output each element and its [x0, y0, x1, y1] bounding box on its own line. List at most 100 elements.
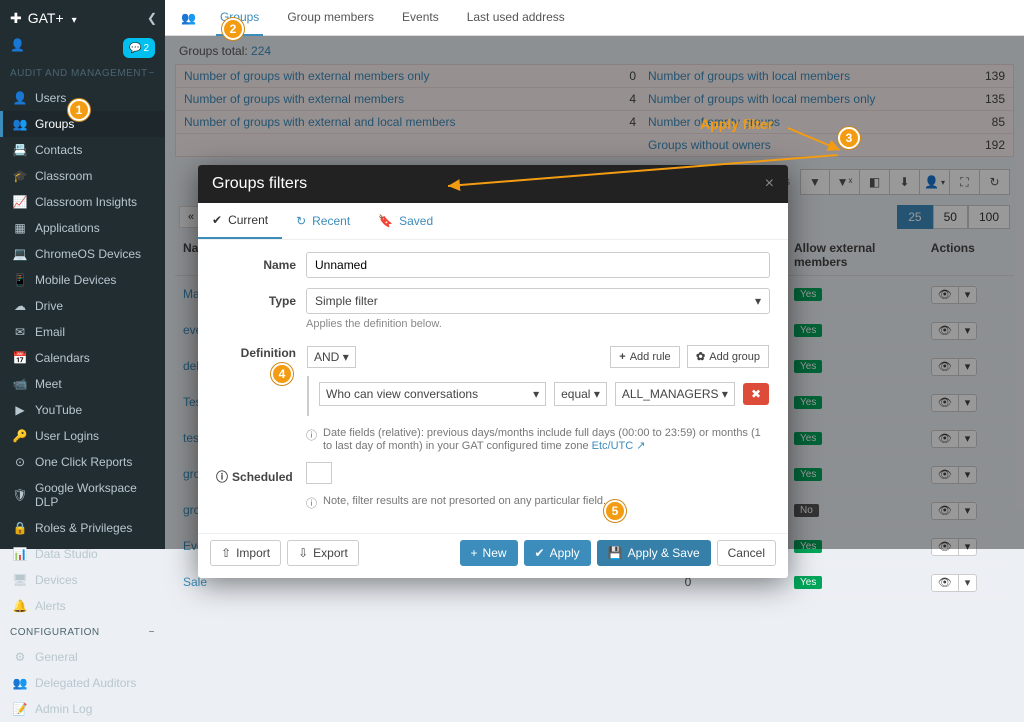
sidebar-item-devices[interactable]: 🖥Devices — [0, 567, 165, 593]
tab-saved[interactable]: 🔖Saved — [364, 203, 447, 239]
scheduled-field[interactable] — [306, 462, 332, 484]
annotation-marker-5: 5 — [604, 500, 626, 522]
import-button[interactable]: ⇧Import — [210, 540, 281, 566]
filter-name-input[interactable] — [306, 252, 770, 278]
page-size-50[interactable]: 50 — [933, 205, 968, 229]
cancel-button[interactable]: Cancel — [717, 540, 776, 566]
view-action[interactable]: 👁 — [931, 322, 959, 340]
sidebar-item-one-click-reports[interactable]: ⊙One Click Reports — [0, 449, 165, 475]
sidebar-item-general[interactable]: ⚙General — [0, 644, 165, 670]
download-icon: ⇩ — [298, 546, 308, 560]
sidebar-notif-row: 👤 💬2 — [0, 36, 165, 60]
timezone-link[interactable]: Etc/UTC ↗ — [592, 440, 646, 452]
action-dropdown[interactable]: ▾ — [959, 394, 978, 412]
sidebar-item-admin-log[interactable]: 📝Admin Log — [0, 696, 165, 722]
view-action[interactable]: 👁 — [931, 430, 959, 448]
modal-header: Groups filters × — [198, 165, 788, 203]
sidebar-item-chromeos-devices[interactable]: 💻ChromeOS Devices — [0, 241, 165, 267]
page-size-25[interactable]: 25 — [897, 205, 932, 229]
sidebar-item-mobile-devices[interactable]: 📱Mobile Devices — [0, 267, 165, 293]
condition-select[interactable]: AND ▾ — [307, 346, 356, 368]
sidebar-item-applications[interactable]: ▦Applications — [0, 215, 165, 241]
allow-badge: Yes — [794, 288, 822, 301]
view-action[interactable]: 👁 — [931, 394, 959, 412]
apply-button[interactable]: ✔Apply — [524, 540, 591, 566]
new-button[interactable]: +New — [460, 540, 518, 566]
view-action[interactable]: 👁 — [931, 358, 959, 376]
sidebar-item-meet[interactable]: 📹Meet — [0, 371, 165, 397]
rule-value-chip[interactable]: ALL_MANAGERS ▾ — [615, 382, 735, 406]
sidebar-collapse-icon[interactable]: ❮ — [147, 11, 157, 25]
tab-recent[interactable]: ↻Recent — [282, 203, 364, 239]
action-dropdown[interactable]: ▾ — [959, 574, 978, 592]
action-dropdown[interactable]: ▾ — [959, 538, 978, 556]
export-button[interactable]: ⇩Export — [287, 540, 359, 566]
annotation-marker-2: 2 — [222, 18, 244, 40]
notif-badge[interactable]: 💬2 — [123, 38, 155, 58]
allow-badge: Yes — [794, 540, 822, 553]
download-icon[interactable]: ⬇ — [890, 169, 920, 195]
close-icon[interactable]: × — [765, 175, 774, 193]
label-name: Name — [216, 252, 296, 272]
admin-log-icon: 📝 — [13, 702, 27, 716]
action-dropdown[interactable]: ▾ — [959, 502, 978, 520]
sidebar-item-alerts[interactable]: 🔔Alerts — [0, 593, 165, 619]
user-icon[interactable]: 👤 — [10, 38, 25, 58]
filter-icon[interactable]: ▼ — [800, 169, 830, 195]
view-action[interactable]: 👁 — [931, 574, 959, 592]
sidebar-item-data-studio[interactable]: 📊Data Studio — [0, 541, 165, 567]
brand-bar[interactable]: ✚ GAT+ ❮ — [0, 0, 165, 36]
sidebar-item-youtube[interactable]: ▶YouTube — [0, 397, 165, 423]
sidebar-item-drive[interactable]: ☁Drive — [0, 293, 165, 319]
stat-link[interactable]: Number of groups with local members only — [648, 92, 875, 106]
columns-icon[interactable]: ◧ — [860, 169, 890, 195]
sidebar-item-roles-privileges[interactable]: 🔒Roles & Privileges — [0, 515, 165, 541]
view-action[interactable]: 👁 — [931, 286, 959, 304]
sidebar-item-classroom-insights[interactable]: 📈Classroom Insights — [0, 189, 165, 215]
stat-link[interactable]: Groups without owners — [648, 138, 771, 152]
filter-clear-icon[interactable]: ▼ˣ — [830, 169, 860, 195]
add-group-button[interactable]: ✿Add group — [687, 345, 769, 368]
sidebar-item-label: Meet — [35, 377, 62, 391]
stat-value — [614, 138, 636, 152]
stat-link[interactable]: Number of groups with external members o… — [184, 69, 429, 83]
action-dropdown[interactable]: ▾ — [959, 286, 978, 304]
rule-field-select[interactable]: Who can view conversations▾ — [319, 382, 546, 406]
tab-last-used-address[interactable]: Last used address — [463, 0, 569, 36]
sidebar-item-google-workspace-dlp[interactable]: 🛡Google Workspace DLP — [0, 475, 165, 515]
delete-rule-button[interactable]: ✖ — [743, 383, 769, 405]
tab-current[interactable]: ✔Current — [198, 203, 282, 239]
add-rule-button[interactable]: +Add rule — [610, 346, 679, 368]
sidebar-item-user-logins[interactable]: 🔑User Logins — [0, 423, 165, 449]
sidebar-item-calendars[interactable]: 📅Calendars — [0, 345, 165, 371]
action-dropdown[interactable]: ▾ — [959, 430, 978, 448]
action-dropdown[interactable]: ▾ — [959, 322, 978, 340]
stat-link[interactable]: Number of groups with external members — [184, 92, 404, 106]
view-action[interactable]: 👁 — [931, 538, 959, 556]
page-size-100[interactable]: 100 — [968, 205, 1010, 229]
tab-events[interactable]: Events — [398, 0, 443, 36]
col-allow-external[interactable]: Allow external members — [786, 235, 923, 276]
sidebar-item-email[interactable]: ✉Email — [0, 319, 165, 345]
expand-icon[interactable]: ⛶ — [950, 169, 980, 195]
stat-link[interactable]: Number of groups with local members — [648, 69, 850, 83]
user-dropdown-icon[interactable]: 👤 — [920, 169, 950, 195]
minus-icon[interactable]: − — [149, 627, 155, 638]
allow-badge: No — [794, 504, 819, 517]
sidebar-item-delegated-auditors[interactable]: 👥Delegated Auditors — [0, 670, 165, 696]
sidebar-item-label: Calendars — [35, 351, 90, 365]
rule-operator-select[interactable]: equal ▾ — [554, 382, 607, 406]
view-action[interactable]: 👁 — [931, 502, 959, 520]
view-action[interactable]: 👁 — [931, 466, 959, 484]
tab-group-members[interactable]: Group members — [283, 0, 378, 36]
sidebar-item-contacts[interactable]: 📇Contacts — [0, 137, 165, 163]
filter-type-select[interactable]: Simple filter▾ — [306, 288, 770, 314]
action-dropdown[interactable]: ▾ — [959, 358, 978, 376]
action-dropdown[interactable]: ▾ — [959, 466, 978, 484]
sidebar-item-classroom[interactable]: 🎓Classroom — [0, 163, 165, 189]
minus-icon[interactable]: − — [149, 68, 155, 79]
stat-link[interactable]: Number of groups with external and local… — [184, 115, 455, 129]
apply-save-button[interactable]: 💾Apply & Save — [597, 540, 711, 566]
refresh-icon[interactable]: ↻ — [980, 169, 1010, 195]
drive-icon: ☁ — [13, 299, 27, 313]
